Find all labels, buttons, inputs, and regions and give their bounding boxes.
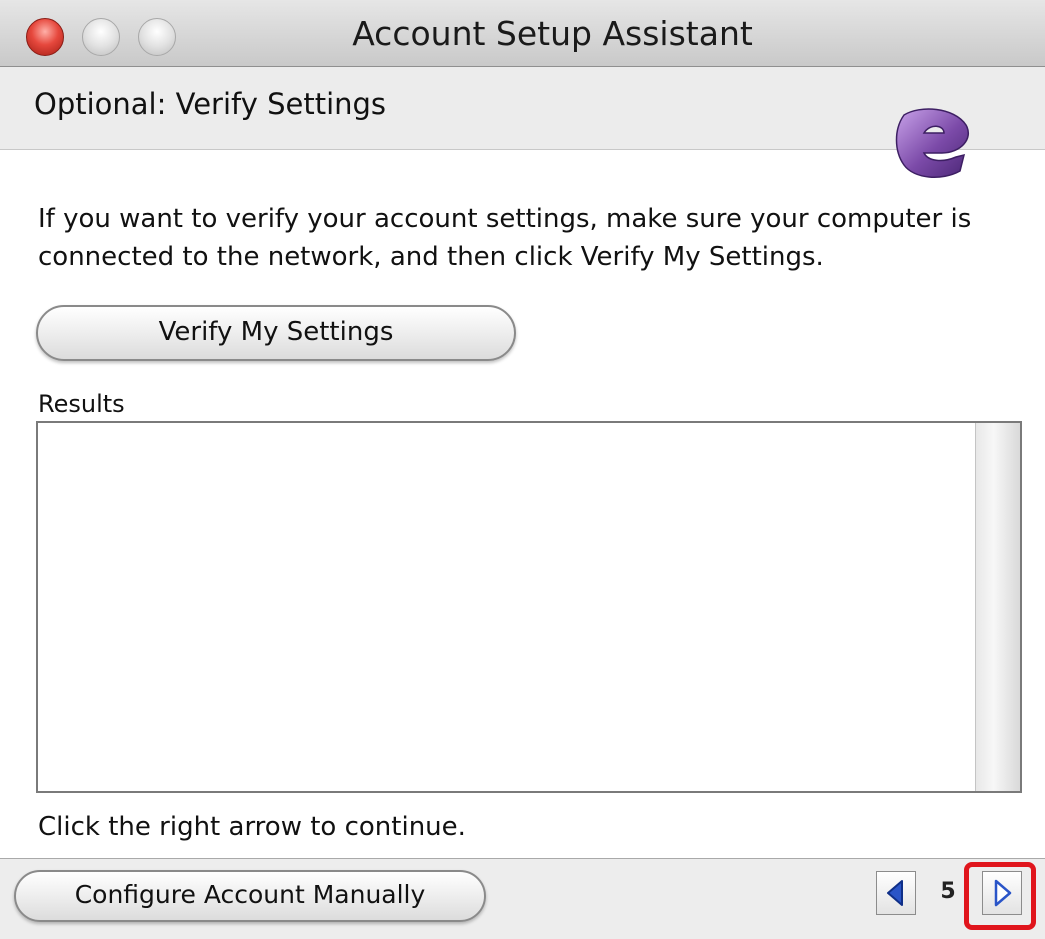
results-scrollbar[interactable]: [975, 423, 1020, 791]
continue-hint: Click the right arrow to continue.: [38, 812, 466, 842]
window-title: Account Setup Assistant: [352, 14, 753, 53]
left-arrow-icon: [887, 880, 903, 906]
instructions-text: If you want to verify your account setti…: [38, 204, 972, 272]
account-setup-window: Account Setup Assistant Optional: Verify…: [0, 0, 1045, 939]
page-number: 5: [940, 879, 956, 904]
configure-account-manually-button[interactable]: Configure Account Manually: [14, 870, 486, 922]
verify-my-settings-button[interactable]: Verify My Settings: [36, 305, 516, 361]
title-bar[interactable]: Account Setup Assistant: [0, 0, 1045, 67]
previous-page-button[interactable]: [876, 871, 916, 915]
results-text-area[interactable]: [36, 421, 1022, 793]
step-title: Optional: Verify Settings: [34, 87, 387, 121]
entourage-logo-icon: [895, 108, 969, 178]
step-header: Optional: Verify Settings: [0, 67, 1045, 150]
next-arrow-highlight: [964, 862, 1036, 930]
results-label: Results: [38, 390, 125, 418]
